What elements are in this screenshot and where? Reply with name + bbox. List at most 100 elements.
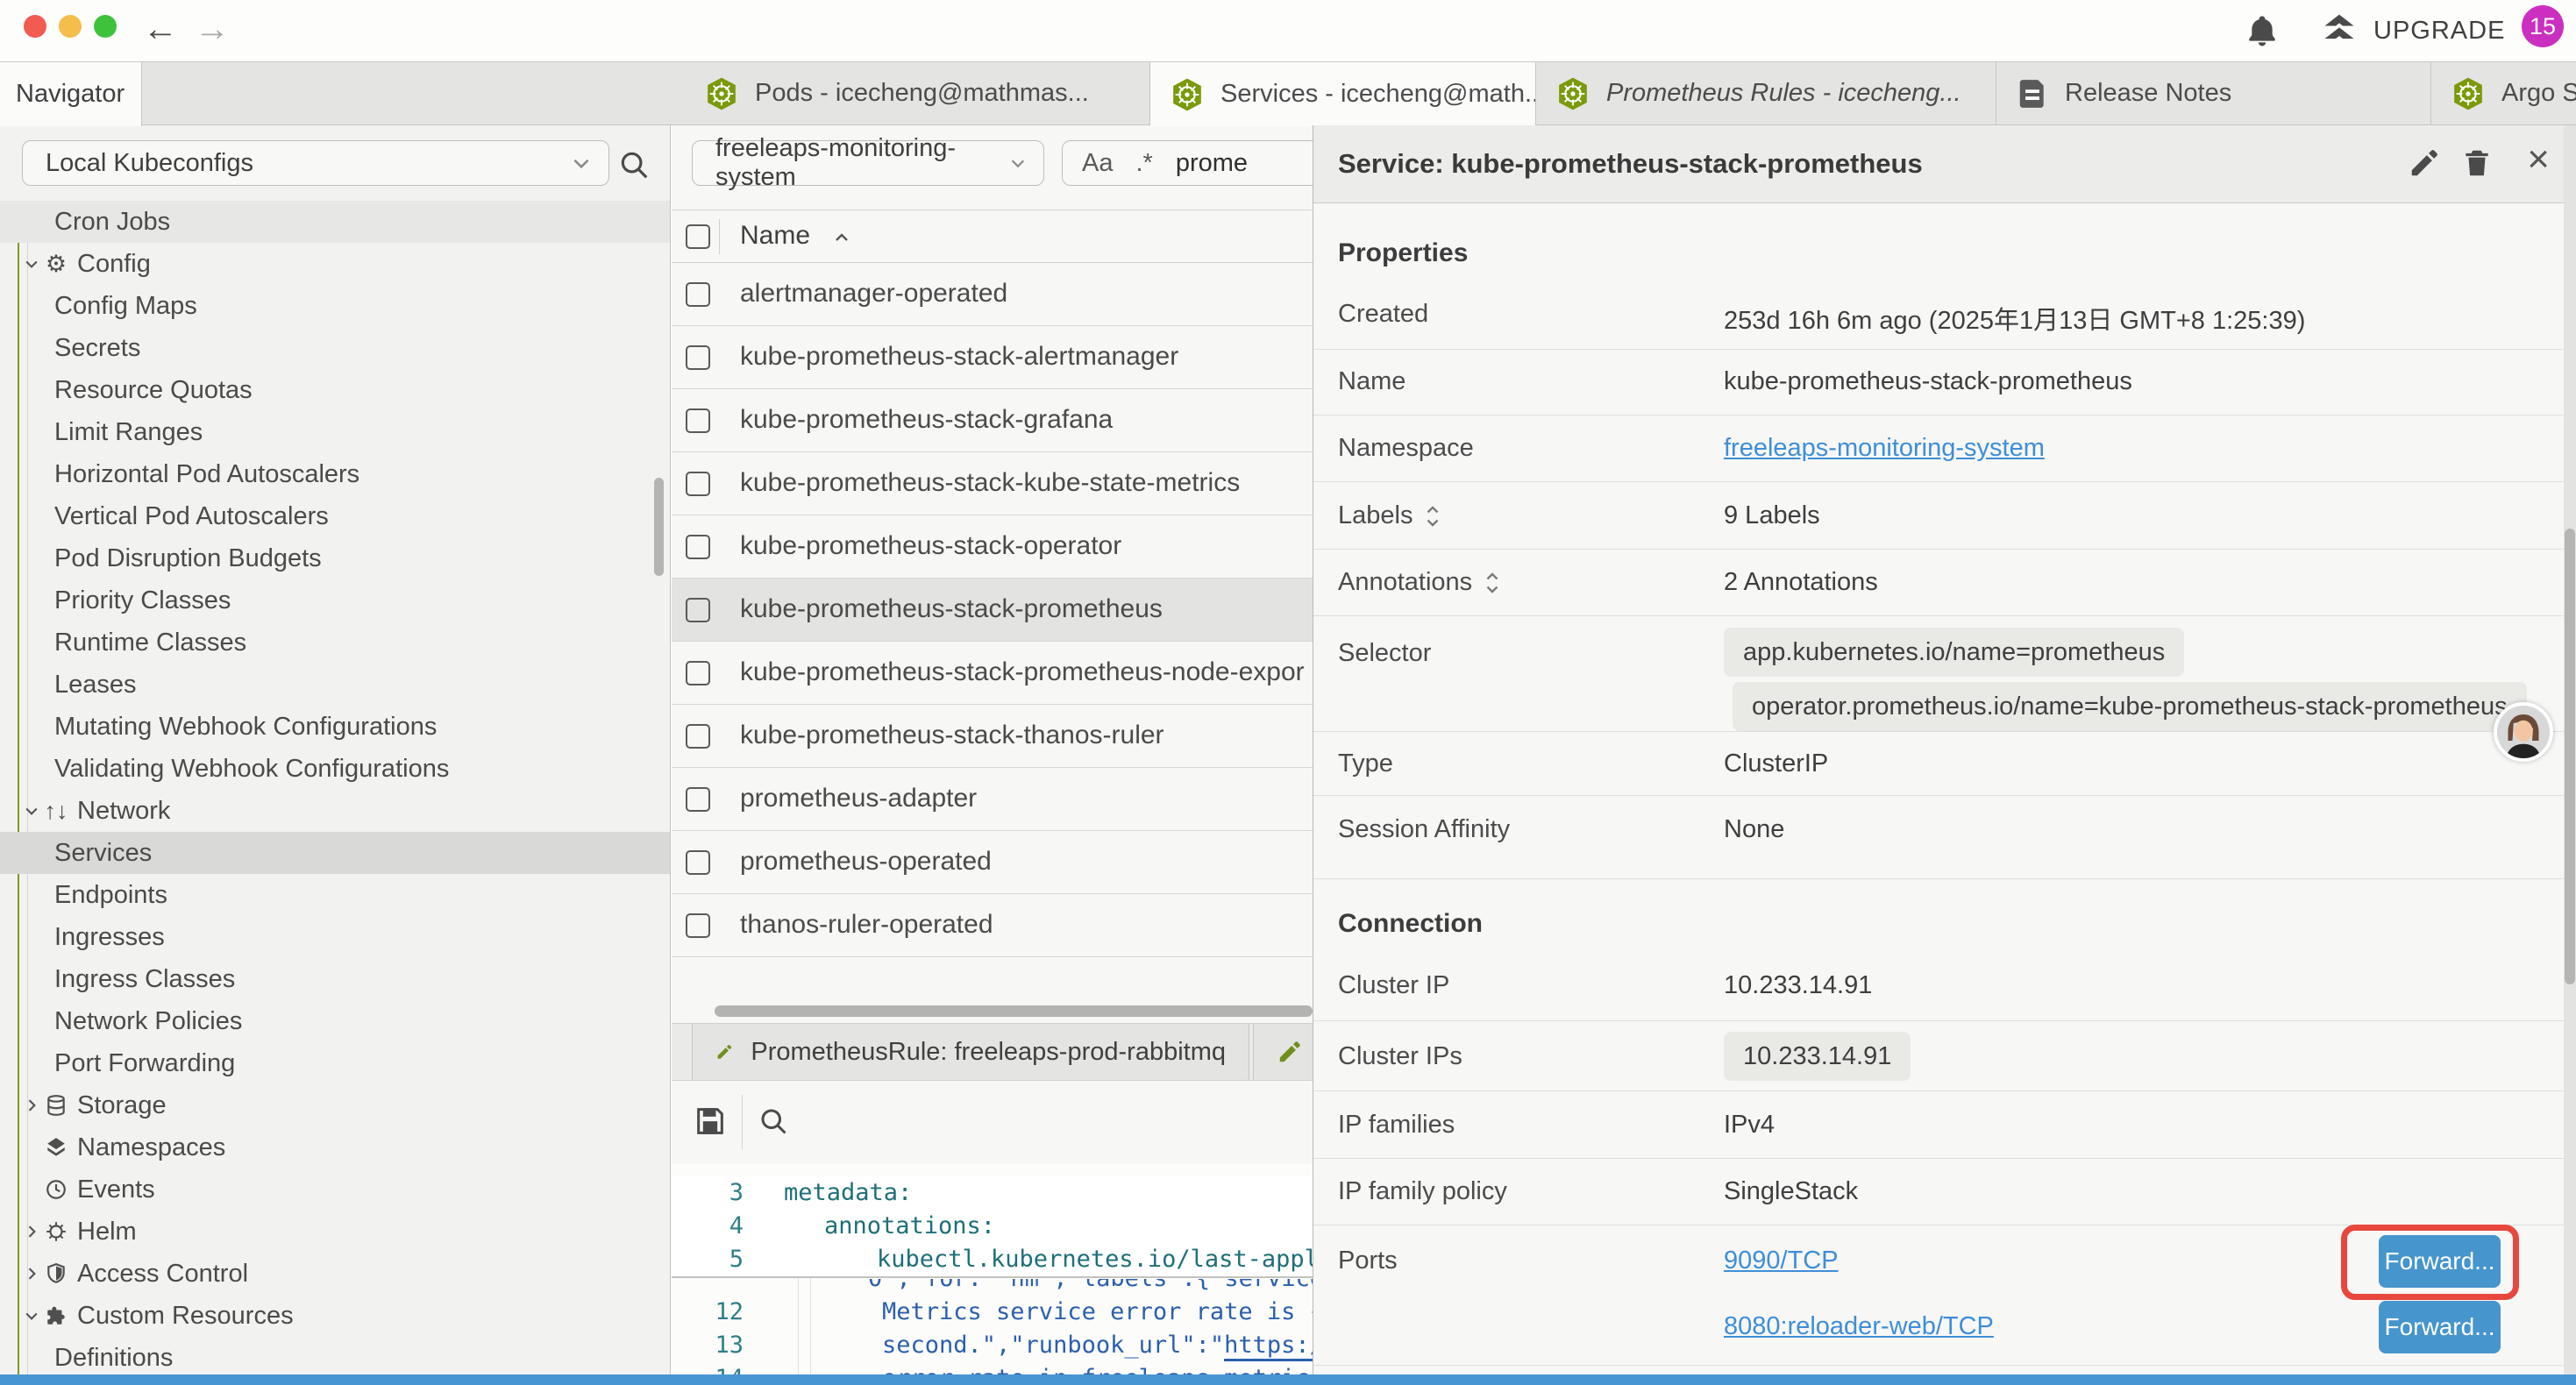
sort-ascending-icon[interactable]	[831, 228, 852, 249]
forward-button[interactable]: Forward...	[2379, 1235, 2501, 1288]
tab-pods[interactable]: Pods - icecheng@mathmas...	[685, 62, 1150, 124]
table-row-selected[interactable]: kube-prometheus-stack-prometheus	[672, 579, 1313, 642]
expand-toggle-icon[interactable]	[1483, 570, 1502, 596]
sidebar-item-resource-quotas[interactable]: Resource Quotas	[0, 369, 671, 411]
regex-toggle[interactable]: .*	[1135, 149, 1152, 178]
row-checkbox[interactable]	[686, 724, 710, 749]
sidebar-item-events[interactable]: Events	[0, 1168, 671, 1211]
sidebar-item-network-policies[interactable]: Network Policies	[0, 1000, 671, 1042]
sidebar-item-config-maps[interactable]: Config Maps	[0, 285, 671, 327]
navigator-scrollbar[interactable]	[654, 478, 664, 576]
sidebar-group-network[interactable]: ↑↓ Network	[0, 790, 671, 832]
sidebar-item-priority-classes[interactable]: Priority Classes	[0, 579, 671, 621]
back-arrow-icon[interactable]: ←	[143, 9, 178, 49]
sidebar-item-ingresses[interactable]: Ingresses	[0, 916, 671, 958]
chevron-down-icon[interactable]	[23, 1307, 40, 1325]
minimize-window-button[interactable]	[59, 15, 82, 38]
selector-chip[interactable]: app.kubernetes.io/name=prometheus	[1724, 628, 2184, 677]
sidebar-item-runtime-classes[interactable]: Runtime Classes	[0, 621, 671, 664]
save-icon[interactable]	[693, 1104, 728, 1139]
row-checkbox[interactable]	[686, 345, 710, 370]
selector-chip[interactable]: operator.prometheus.io/name=kube-prometh…	[1733, 682, 2527, 731]
sidebar-item-endpoints[interactable]: Endpoints	[0, 874, 671, 916]
sidebar-item-mutating-webhook-configurations[interactable]: Mutating Webhook Configurations	[0, 706, 671, 748]
row-checkbox[interactable]	[686, 787, 710, 812]
row-checkbox[interactable]	[686, 472, 710, 496]
namespace-selector[interactable]: freeleaps-monitoring-system	[692, 140, 1044, 186]
trash-icon[interactable]	[2460, 146, 2494, 180]
sidebar-item-leases[interactable]: Leases	[0, 664, 671, 706]
kubeconfig-selector[interactable]: Local Kubeconfigs	[22, 140, 609, 186]
chevron-right-icon[interactable]	[23, 1265, 40, 1282]
navigator-tab[interactable]: Navigator	[0, 62, 142, 126]
zoom-window-button[interactable]	[94, 15, 117, 38]
row-checkbox[interactable]	[686, 913, 710, 938]
search-icon[interactable]	[758, 1105, 789, 1137]
port-link[interactable]: 8080:reloader-web/TCP	[1724, 1312, 1994, 1341]
sidebar-item-limit-ranges[interactable]: Limit Ranges	[0, 411, 671, 453]
drawer-scrollbar-thumb[interactable]	[2565, 529, 2575, 984]
sidebar-group-config[interactable]: ⚙ Config	[0, 243, 671, 285]
sidebar-item-validating-webhook-configurations[interactable]: Validating Webhook Configurations	[0, 748, 671, 790]
horizontal-scrollbar[interactable]	[715, 1005, 1313, 1017]
edit-icon[interactable]	[2408, 146, 2441, 180]
sidebar-item-namespaces[interactable]: Namespaces	[0, 1126, 671, 1168]
search-input[interactable]: Aa .* prome	[1062, 140, 1313, 186]
notification-badge[interactable]: 15	[2522, 5, 2564, 47]
table-row[interactable]: prometheus-operated	[672, 831, 1313, 894]
bell-icon[interactable]	[2245, 11, 2280, 50]
sidebar-item-services[interactable]: Services	[0, 832, 671, 874]
tab-argo[interactable]: Argo Se	[2431, 62, 2576, 124]
table-row[interactable]: alertmanager-operated	[672, 263, 1313, 326]
forward-arrow-icon[interactable]: →	[195, 9, 230, 49]
search-icon[interactable]	[617, 148, 651, 181]
close-icon[interactable]: ×	[2527, 138, 2550, 181]
forward-button[interactable]: Forward...	[2379, 1301, 2501, 1353]
sidebar-item-port-forwarding[interactable]: Port Forwarding	[0, 1042, 671, 1084]
table-row[interactable]: kube-prometheus-stack-grafana	[672, 389, 1313, 452]
sidebar-item-cron-jobs[interactable]: Cron Jobs	[0, 201, 671, 243]
row-checkbox[interactable]	[686, 535, 710, 559]
editor-tab-prometheusrule[interactable]: PrometheusRule: freeleaps-prod-rabbitmq	[692, 1024, 1249, 1080]
row-checkbox[interactable]	[686, 661, 710, 685]
avatar[interactable]	[2494, 702, 2553, 762]
chevron-right-icon[interactable]	[23, 1097, 40, 1114]
row-checkbox[interactable]	[686, 850, 710, 875]
chevron-down-icon[interactable]	[23, 255, 40, 273]
property-value[interactable]: 9 Labels	[1724, 501, 1820, 530]
column-header-name[interactable]: Name	[740, 210, 810, 261]
sidebar-item-definitions[interactable]: Definitions	[0, 1337, 671, 1379]
table-row[interactable]: kube-prometheus-stack-alertmanager	[672, 326, 1313, 389]
tab-prometheus-rules[interactable]: Prometheus Rules - icecheng...	[1536, 62, 1996, 124]
chevron-right-icon[interactable]	[23, 1223, 40, 1240]
sidebar-group-access-control[interactable]: Access Control	[0, 1253, 671, 1295]
table-row[interactable]: kube-prometheus-stack-prometheus-node-ex…	[672, 642, 1313, 705]
match-case-toggle[interactable]: Aa	[1082, 149, 1113, 178]
upgrade-button[interactable]: UPGRADE	[2319, 11, 2505, 50]
editor-tab-partial[interactable]	[1253, 1024, 1313, 1080]
cluster-ip-chip[interactable]: 10.233.14.91	[1724, 1032, 1911, 1081]
property-value[interactable]: 2 Annotations	[1724, 568, 1878, 597]
row-checkbox[interactable]	[686, 598, 710, 622]
table-row[interactable]: kube-prometheus-stack-operator	[672, 515, 1313, 579]
port-link[interactable]: 9090/TCP	[1724, 1246, 1839, 1275]
sidebar-item-horizontal-pod-autoscalers[interactable]: Horizontal Pod Autoscalers	[0, 453, 671, 495]
row-checkbox[interactable]	[686, 282, 710, 307]
table-row[interactable]: thanos-ruler-operated	[672, 894, 1313, 957]
yaml-editor[interactable]: 3metadata: 4annotations: 5kubectl.kubern…	[672, 1164, 1313, 1385]
sidebar-group-storage[interactable]: Storage	[0, 1084, 671, 1126]
row-checkbox[interactable]	[686, 408, 710, 433]
sidebar-item-ingress-classes[interactable]: Ingress Classes	[0, 958, 671, 1000]
table-row[interactable]: prometheus-adapter	[672, 768, 1313, 831]
select-all-checkbox[interactable]	[686, 224, 710, 249]
sidebar-item-vertical-pod-autoscalers[interactable]: Vertical Pod Autoscalers	[0, 495, 671, 537]
drawer-scrollbar-track[interactable]	[2564, 125, 2576, 1385]
sidebar-group-custom-resources[interactable]: Custom Resources	[0, 1295, 671, 1337]
sidebar-item-pod-disruption-budgets[interactable]: Pod Disruption Budgets	[0, 537, 671, 579]
tab-services[interactable]: Services - icecheng@math... ×	[1150, 62, 1536, 126]
namespace-link[interactable]: freeleaps-monitoring-system	[1724, 434, 2045, 463]
table-row[interactable]: kube-prometheus-stack-thanos-ruler	[672, 705, 1313, 768]
chevron-down-icon[interactable]	[23, 802, 40, 820]
tab-release-notes[interactable]: Release Notes	[1996, 62, 2431, 124]
table-row[interactable]: kube-prometheus-stack-kube-state-metrics	[672, 452, 1313, 515]
